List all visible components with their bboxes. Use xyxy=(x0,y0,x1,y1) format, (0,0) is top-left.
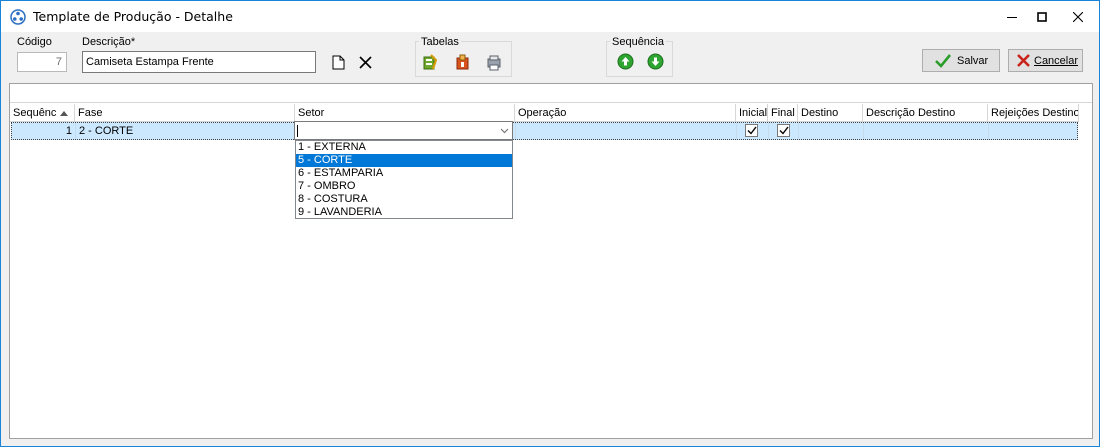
maximize-icon xyxy=(1037,11,1047,22)
move-down-button[interactable] xyxy=(646,52,664,70)
cell-rejeicoes-destino[interactable] xyxy=(989,123,1077,139)
text-caret xyxy=(297,125,298,137)
column-header-descricao-destino[interactable]: Descrição Destino xyxy=(863,104,988,122)
column-header-rejeicoes-destino[interactable]: Rejeições Destino xyxy=(988,104,1079,122)
sort-ascending-icon xyxy=(60,111,68,116)
app-window: Template de Produção - Detalhe Código 7 … xyxy=(0,0,1100,447)
column-header-label: Inicial xyxy=(739,107,768,119)
column-header-label: Destino xyxy=(801,107,839,119)
setor-dropdown-toggle[interactable] xyxy=(496,122,512,139)
app-icon xyxy=(10,9,26,25)
table-print-button[interactable] xyxy=(485,53,503,71)
column-header-label: Final xyxy=(771,107,795,119)
setor-dropdown-list[interactable]: 1 - EXTERNA 5 - CORTE 6 - ESTAMPARIA 7 -… xyxy=(295,140,513,219)
cancel-x-icon xyxy=(1017,54,1030,67)
descricao-label: Descrição* xyxy=(82,36,136,48)
column-header-label: Rejeições Destino xyxy=(991,107,1079,119)
column-header-fase[interactable]: Fase xyxy=(75,104,295,122)
cell-sequencia[interactable]: 1 xyxy=(12,123,76,139)
checkmark-icon xyxy=(935,53,951,68)
salvar-button[interactable]: Salvar xyxy=(922,49,1000,72)
new-document-button[interactable] xyxy=(329,53,347,71)
checkmark-icon xyxy=(779,126,789,135)
column-header-sequencia[interactable]: Sequênc xyxy=(10,104,75,122)
setor-combo-editor[interactable] xyxy=(294,121,513,140)
salvar-label: Salvar xyxy=(957,54,989,67)
column-header-destino[interactable]: Destino xyxy=(798,104,863,122)
grid-group-band xyxy=(10,84,1092,103)
new-document-icon xyxy=(332,55,344,69)
table-box-button[interactable] xyxy=(454,53,472,71)
column-header-inicial[interactable]: Inicial xyxy=(736,104,768,122)
maximize-button[interactable] xyxy=(1027,1,1057,32)
dropdown-option[interactable]: 1 - EXTERNA xyxy=(296,141,512,154)
title-bar: Template de Produção - Detalhe xyxy=(1,1,1099,32)
chevron-down-icon xyxy=(500,128,508,133)
dropdown-option[interactable]: 6 - ESTAMPARIA xyxy=(296,167,512,180)
table-row[interactable]: 1 2 - CORTE xyxy=(11,122,1078,140)
close-button[interactable] xyxy=(1057,1,1099,32)
dropdown-option-selected[interactable]: 5 - CORTE xyxy=(296,154,512,167)
cancelar-button[interactable]: Cancelar xyxy=(1008,49,1083,72)
column-header-final[interactable]: Final xyxy=(768,104,798,122)
cell-destino[interactable] xyxy=(799,123,864,139)
sequencia-label: Sequência xyxy=(610,36,666,48)
dropdown-option[interactable]: 8 - COSTURA xyxy=(296,193,512,206)
column-header-label: Fase xyxy=(78,107,103,119)
table-edit-button[interactable] xyxy=(421,53,439,71)
column-header-operacao[interactable]: Operação xyxy=(515,104,736,122)
close-icon xyxy=(1073,11,1083,22)
window-title: Template de Produção - Detalhe xyxy=(33,9,233,24)
cell-fase[interactable]: 2 - CORTE xyxy=(76,123,296,139)
clear-button[interactable] xyxy=(356,53,374,71)
cell-final[interactable] xyxy=(769,123,799,139)
cell-inicial[interactable] xyxy=(737,123,769,139)
table-edit-icon xyxy=(423,53,438,69)
cancelar-label: Cancelar xyxy=(1034,54,1079,67)
arrow-up-icon xyxy=(617,53,633,69)
dropdown-option[interactable]: 7 - OMBRO xyxy=(296,180,512,193)
fases-grid[interactable]: Sequênc Fase Setor Operação Inicial Fina… xyxy=(9,83,1093,439)
column-header-label: Descrição Destino xyxy=(866,107,956,119)
table-box-icon xyxy=(456,54,469,69)
column-header-setor[interactable]: Setor xyxy=(295,104,515,122)
codigo-label: Código xyxy=(17,36,52,48)
cell-descricao-destino[interactable] xyxy=(864,123,989,139)
clear-x-icon xyxy=(358,55,372,69)
tabelas-label: Tabelas xyxy=(419,36,461,48)
move-up-button[interactable] xyxy=(616,52,634,70)
column-header-label: Operação xyxy=(518,107,567,119)
dropdown-option[interactable]: 9 - LAVANDERIA xyxy=(296,206,512,219)
descricao-input[interactable]: Camiseta Estampa Frente xyxy=(82,51,316,73)
final-checkbox[interactable] xyxy=(777,124,790,137)
arrow-down-icon xyxy=(647,53,663,69)
inicial-checkbox[interactable] xyxy=(745,124,758,137)
minimize-button[interactable] xyxy=(997,1,1027,32)
cell-operacao[interactable] xyxy=(516,123,737,139)
table-print-icon xyxy=(487,55,501,70)
checkmark-icon xyxy=(747,126,757,135)
minimize-icon xyxy=(1007,16,1017,18)
column-header-label: Sequênc xyxy=(13,107,57,119)
column-header-label: Setor xyxy=(298,107,325,119)
codigo-field[interactable]: 7 xyxy=(17,52,67,72)
